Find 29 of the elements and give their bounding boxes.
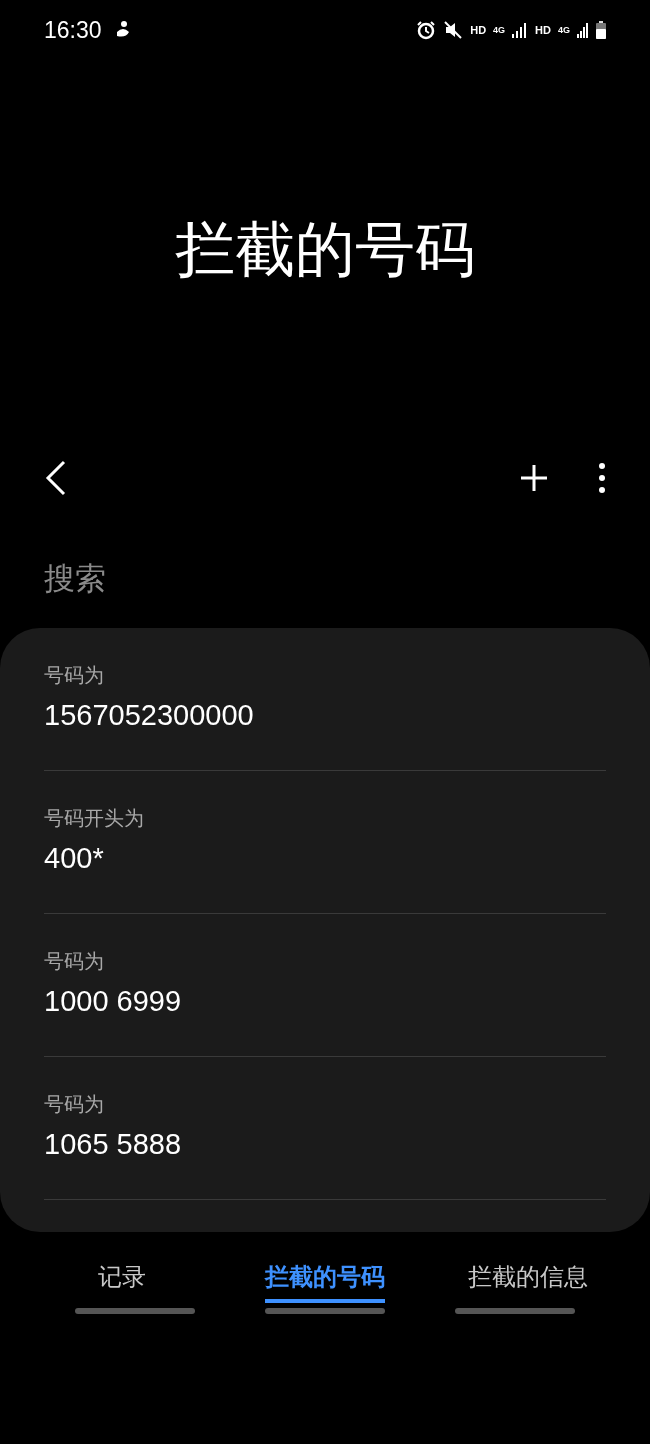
signal-icon xyxy=(512,22,529,38)
nav-handle[interactable] xyxy=(265,1308,385,1314)
alarm-icon xyxy=(416,20,437,40)
tab[interactable]: 拦截的信息 xyxy=(468,1251,589,1303)
network-indicator: 4G xyxy=(493,25,506,35)
page-title: 拦截的号码 xyxy=(175,215,475,285)
blocked-number[interactable]: 1065 5888 xyxy=(44,1123,606,1167)
rule-label: 号码为 xyxy=(44,1092,105,1118)
add-icon[interactable] xyxy=(520,464,548,492)
network-indicator: 4G xyxy=(558,25,570,35)
back-icon[interactable] xyxy=(44,460,68,496)
blocked-number[interactable]: 1000 6999 xyxy=(44,980,606,1024)
mute-icon xyxy=(443,20,464,40)
status-time: 16:30 xyxy=(44,15,102,45)
hd-indicator: HD xyxy=(535,22,551,38)
blocked-number[interactable]: 1567052300000 xyxy=(44,694,606,738)
nav-handle[interactable] xyxy=(455,1308,575,1314)
hd-indicator: HD xyxy=(470,22,487,38)
tab[interactable]: 拦截的号码 xyxy=(265,1251,385,1303)
tab[interactable]: 记录 xyxy=(97,1251,146,1303)
battery-icon xyxy=(596,21,606,39)
rule-label: 号码为 xyxy=(44,663,105,689)
signal-icon xyxy=(577,22,589,38)
rule-label: 号码开头为 xyxy=(44,806,145,832)
rule-label: 号码为 xyxy=(44,949,105,975)
blocked-number[interactable]: 400* xyxy=(44,837,606,881)
nav-handle[interactable] xyxy=(75,1308,195,1314)
search-field[interactable]: 搜索 xyxy=(44,556,444,603)
more-icon[interactable] xyxy=(598,463,606,493)
